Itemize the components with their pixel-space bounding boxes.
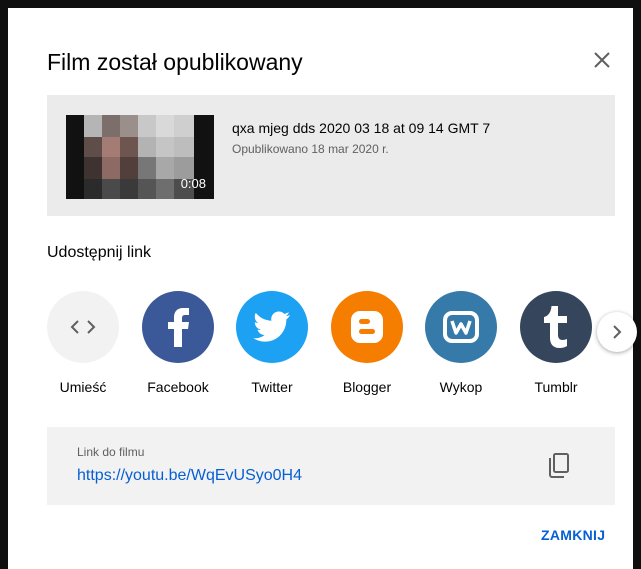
- copy-link-button[interactable]: [542, 449, 576, 483]
- video-link-url[interactable]: https://youtu.be/WqEvUSyo0H4: [77, 467, 302, 485]
- blogger-icon: [351, 311, 383, 343]
- share-label-facebook: Facebook: [147, 379, 209, 395]
- video-duration: 0:08: [180, 176, 206, 191]
- twitter-button[interactable]: [236, 291, 308, 363]
- close-button[interactable]: [586, 44, 618, 76]
- embed-button[interactable]: [47, 291, 119, 363]
- share-heading: Udostępnij link: [47, 244, 152, 261]
- share-label-blogger: Blogger: [342, 379, 392, 395]
- video-thumbnail[interactable]: 0:08: [66, 115, 214, 199]
- video-published-date: Opublikowano 18 mar 2020 r.: [232, 142, 389, 156]
- share-label-tumblr: Tumblr: [534, 379, 578, 395]
- tumblr-button[interactable]: [520, 291, 592, 363]
- share-next-button[interactable]: [597, 312, 637, 352]
- embed-icon: [70, 320, 96, 334]
- facebook-icon: [168, 308, 189, 347]
- tumblr-icon: [544, 306, 567, 348]
- share-label-embed: Umieść: [59, 379, 107, 395]
- close-icon: [594, 52, 610, 68]
- share-item-twitter[interactable]: Twitter: [226, 291, 318, 395]
- share-item-blogger[interactable]: Blogger: [321, 291, 413, 395]
- share-label-wykop: Wykop: [439, 379, 483, 395]
- video-title: qxa mjeg dds 2020 03 18 at 09 14 GMT 7: [232, 120, 491, 136]
- chevron-right-icon: [613, 325, 622, 339]
- blogger-button[interactable]: [331, 291, 403, 363]
- share-targets: Umieść Facebook Twitter Blogger Wykop Tu…: [47, 291, 615, 416]
- video-card: 0:08 qxa mjeg dds 2020 03 18 at 09 14 GM…: [47, 95, 615, 216]
- share-item-tumblr[interactable]: Tumblr: [510, 291, 602, 395]
- copy-icon: [549, 453, 569, 478]
- share-dialog: Film został opublikowany 0:08 qxa mjeg d…: [8, 8, 637, 569]
- dismiss-button[interactable]: ZAMKNIJ: [541, 527, 605, 543]
- dialog-title: Film został opublikowany: [47, 49, 303, 75]
- wykop-icon: [443, 311, 479, 343]
- share-label-twitter: Twitter: [251, 379, 293, 395]
- video-thumbnail-image: [84, 115, 194, 199]
- share-item-wykop[interactable]: Wykop: [415, 291, 507, 395]
- video-link-card: Link do filmu https://youtu.be/WqEvUSyo0…: [47, 427, 615, 505]
- video-link-label: Link do filmu: [77, 445, 145, 459]
- facebook-button[interactable]: [142, 291, 214, 363]
- wykop-button[interactable]: [425, 291, 497, 363]
- share-item-embed[interactable]: Umieść: [47, 291, 129, 395]
- share-item-facebook[interactable]: Facebook: [132, 291, 224, 395]
- twitter-icon: [253, 311, 290, 342]
